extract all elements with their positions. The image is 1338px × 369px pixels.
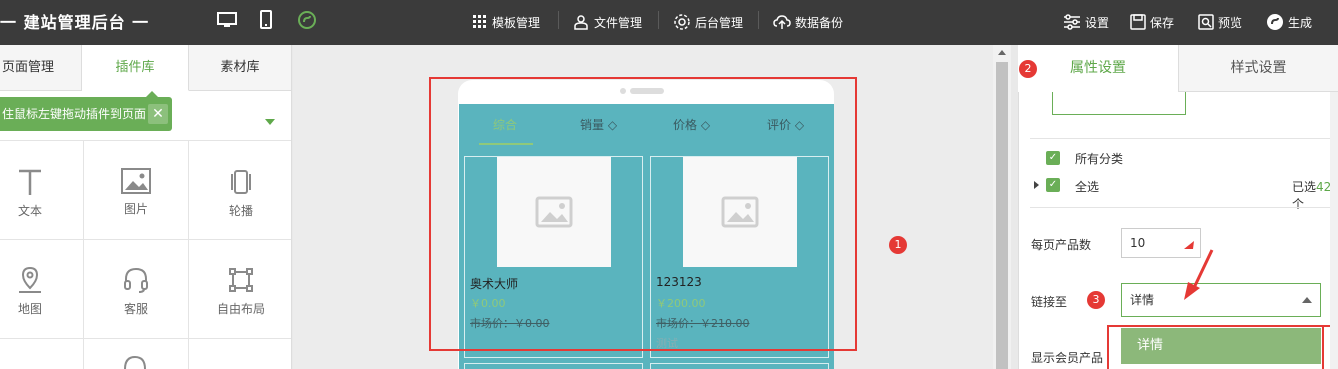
expand-caret-icon[interactable] <box>1034 181 1039 189</box>
image-icon <box>121 168 151 194</box>
widget-service-label: 客服 <box>123 302 148 316</box>
desktop-icon[interactable] <box>217 10 237 34</box>
sliders-icon <box>1064 14 1080 30</box>
settings-button[interactable]: 设置 <box>1063 12 1109 32</box>
checkbox-select-all[interactable]: ✓ <box>1046 178 1060 192</box>
product-card[interactable] <box>650 363 829 369</box>
nav-templates[interactable]: 模板管理 <box>472 12 540 32</box>
link-to-label: 链接至 <box>1031 295 1068 309</box>
divider <box>0 140 291 141</box>
widget-carousel[interactable]: 轮播 <box>189 168 293 219</box>
per-page-label: 每页产品数 <box>1031 238 1092 252</box>
widget-map-label: 地图 <box>17 302 42 316</box>
top-bar: 一 建站管理后台 一 模板管理 文件管理 后台管理 数据备份 设置 保存 预览 <box>0 0 1338 45</box>
step-badge-2: 2 <box>1019 60 1037 78</box>
carousel-icon <box>231 170 251 194</box>
nav-divider <box>758 11 759 29</box>
drag-hint-tooltip: 住鼠标左键拖动插件到页面 ✕ <box>0 91 172 131</box>
show-member-products-label: 显示会员产品 <box>1031 351 1104 365</box>
red-arrow-icon <box>1182 248 1216 308</box>
link-to-select[interactable]: 详情 <box>1121 283 1321 317</box>
divider <box>1030 207 1338 208</box>
generate-button[interactable]: 生成 <box>1266 12 1312 32</box>
step-badge-3: 3 <box>1087 291 1105 309</box>
divider <box>0 239 291 240</box>
miniprogram-icon[interactable] <box>297 10 317 34</box>
widget-carousel-label: 轮播 <box>228 204 253 218</box>
category-tree-frame <box>1052 92 1186 115</box>
widget-partial-icon <box>121 354 149 369</box>
selected-prefix: 已选 <box>1292 180 1317 194</box>
generate-icon <box>1267 14 1283 30</box>
preview-icon <box>1198 14 1214 30</box>
scroll-up-arrow[interactable] <box>998 50 1006 55</box>
mobile-icon[interactable] <box>259 10 273 34</box>
nav-templates-label: 模板管理 <box>492 15 541 30</box>
free-layout-icon <box>229 268 253 292</box>
grid-icon <box>473 15 486 28</box>
tab-material-library[interactable]: 素材库 <box>189 45 292 91</box>
preview-label: 预览 <box>1218 15 1243 30</box>
highlight-box-widget <box>429 77 857 351</box>
product-card[interactable] <box>464 363 643 369</box>
nav-backup-label: 数据备份 <box>795 15 844 30</box>
divider <box>0 338 291 339</box>
widget-free-layout[interactable]: 自由布局 <box>189 266 293 317</box>
widget-text-label: 文本 <box>17 204 42 218</box>
map-pin-icon <box>19 266 41 293</box>
canvas-scrollbar[interactable] <box>993 45 1011 369</box>
cloud-upload-icon <box>773 15 791 29</box>
selected-number: 42 <box>1316 180 1332 194</box>
nav-backend[interactable]: 后台管理 <box>673 12 743 32</box>
tab-properties[interactable]: 属性设置 <box>1018 45 1178 92</box>
widget-map[interactable]: 地图 <box>0 266 82 317</box>
drag-hint-text: 住鼠标左键拖动插件到页面 <box>2 107 147 121</box>
generate-label: 生成 <box>1288 15 1313 30</box>
save-label: 保存 <box>1150 15 1175 30</box>
nav-divider <box>558 11 559 29</box>
app-title: 一 建站管理后台 一 <box>0 13 150 32</box>
widget-service[interactable]: 客服 <box>84 266 188 317</box>
nav-divider <box>658 11 659 29</box>
settings-label: 设置 <box>1085 15 1110 30</box>
scroll-thumb[interactable] <box>996 62 1008 369</box>
tab-page-management[interactable]: 页面管理 <box>0 45 82 91</box>
nav-files[interactable]: 文件管理 <box>573 12 642 32</box>
gear-icon <box>674 14 690 30</box>
all-categories-label: 所有分类 <box>1075 152 1124 166</box>
preview-button[interactable]: 预览 <box>1198 12 1242 32</box>
folder-user-icon <box>574 15 588 30</box>
widget-image-label: 图片 <box>123 202 148 216</box>
tab-plugin-library[interactable]: 插件库 <box>82 45 189 91</box>
highlight-box-option <box>1107 325 1338 369</box>
chevron-up-icon[interactable] <box>1302 297 1312 303</box>
divider <box>1030 138 1338 139</box>
highlight-box-edge <box>1322 325 1324 369</box>
select-all-label: 全选 <box>1075 180 1100 194</box>
save-button[interactable]: 保存 <box>1130 12 1174 32</box>
widget-free-layout-label: 自由布局 <box>216 302 265 316</box>
category-dropdown-arrow[interactable] <box>265 119 275 125</box>
right-scrollbar[interactable] <box>1330 92 1338 369</box>
headset-icon <box>124 267 148 293</box>
selected-suffix: 个 <box>1292 197 1305 211</box>
checkbox-all-categories[interactable]: ✓ <box>1046 151 1060 165</box>
step-badge-1: 1 <box>889 236 907 254</box>
nav-backup[interactable]: 数据备份 <box>773 12 843 32</box>
save-icon <box>1130 14 1146 30</box>
tab-styles[interactable]: 样式设置 <box>1178 45 1338 92</box>
widget-text[interactable]: 文本 <box>0 168 82 219</box>
text-icon <box>19 169 41 195</box>
widget-image[interactable]: 图片 <box>84 168 188 217</box>
close-icon[interactable]: ✕ <box>148 104 168 124</box>
nav-backend-label: 后台管理 <box>695 15 744 30</box>
nav-files-label: 文件管理 <box>594 15 643 30</box>
